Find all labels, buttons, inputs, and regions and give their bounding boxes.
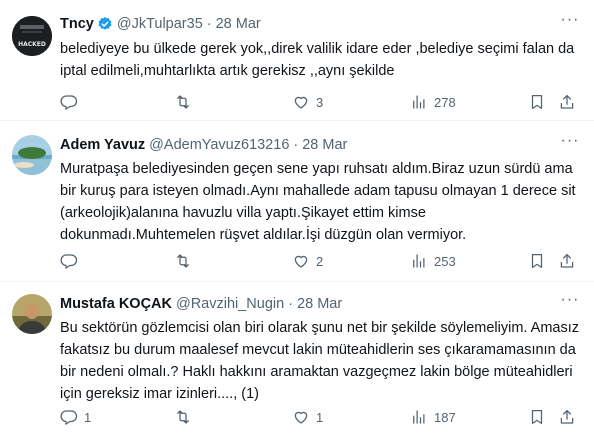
like-count: 2: [316, 253, 324, 269]
tweet-text: belediyeye bu ülkede gerek yok,,direk va…: [60, 41, 575, 79]
like-icon: [294, 96, 308, 109]
more-icon[interactable]: ···: [560, 12, 580, 34]
tweet-actions: 3 278: [60, 92, 580, 112]
avatar[interactable]: [12, 294, 52, 334]
tweet-actions: 2 253: [60, 251, 580, 271]
bookmark-button[interactable]: [528, 92, 546, 112]
timestamp[interactable]: 28 Mar: [216, 16, 261, 32]
views-count: 187: [434, 409, 456, 425]
like-icon: [294, 411, 308, 424]
like-icon: [294, 255, 308, 268]
retweet-button[interactable]: [174, 92, 198, 112]
user-handle[interactable]: @Ravzihi_Nugin: [176, 296, 284, 312]
reply-icon: [60, 254, 78, 269]
share-button[interactable]: [558, 407, 576, 427]
verified-badge-icon: [97, 16, 113, 32]
views-button[interactable]: 187: [410, 407, 456, 427]
views-button[interactable]: 253: [410, 251, 456, 271]
reply-button[interactable]: [60, 251, 84, 271]
user-handle[interactable]: @AdemYavuz613216: [149, 137, 289, 153]
tweet-header: Adem Yavuz @AdemYavuz613216 · 28 Mar: [60, 135, 554, 155]
tweet[interactable]: Mustafa KOÇAK @Ravzihi_Nugin · 28 Mar ··…: [0, 282, 594, 437]
tweet[interactable]: Adem Yavuz @AdemYavuz613216 · 28 Mar ···…: [0, 121, 594, 282]
share-icon: [560, 253, 574, 268]
avatar-text: HACKED: [18, 41, 46, 48]
reply-icon: [60, 95, 78, 110]
views-icon: [413, 254, 425, 268]
bookmark-button[interactable]: [528, 251, 546, 271]
separator-dot: ·: [288, 296, 294, 312]
tweet-header: Tncy @JkTulpar35 · 28 Mar: [60, 14, 554, 34]
reply-button[interactable]: 1: [60, 407, 91, 427]
more-icon[interactable]: ···: [560, 133, 580, 155]
views-count: 253: [434, 253, 456, 269]
like-count: 1: [316, 409, 324, 425]
user-name[interactable]: Adem Yavuz: [60, 137, 145, 153]
tweet-text: Muratpaşa belediyesinden geçen sene yapı…: [60, 161, 576, 243]
share-button[interactable]: [558, 251, 576, 271]
avatar[interactable]: [12, 135, 52, 175]
retweet-button[interactable]: [174, 251, 198, 271]
retweet-icon: [177, 410, 189, 424]
views-icon: [413, 95, 425, 109]
bookmark-button[interactable]: [528, 407, 546, 427]
separator-dot: ·: [293, 137, 299, 153]
tweet-text: Bu sektörün gözlemcisi olan biri olarak …: [60, 320, 579, 402]
like-button[interactable]: 1: [292, 407, 323, 427]
separator-dot: ·: [206, 16, 212, 32]
retweet-icon: [177, 254, 189, 268]
views-icon: [413, 410, 425, 424]
share-icon: [560, 409, 574, 424]
bookmark-icon: [531, 409, 543, 425]
views-count: 278: [434, 94, 456, 110]
like-button[interactable]: 3: [292, 92, 323, 112]
reply-icon: [60, 410, 78, 425]
user-name[interactable]: Tncy: [60, 16, 94, 32]
views-button[interactable]: 278: [410, 92, 456, 112]
bookmark-icon: [531, 253, 543, 269]
timestamp[interactable]: 28 Mar: [297, 296, 342, 312]
share-button[interactable]: [558, 92, 576, 112]
share-icon: [560, 94, 574, 109]
like-button[interactable]: 2: [292, 251, 323, 271]
more-icon[interactable]: ···: [560, 292, 580, 314]
reply-button[interactable]: [60, 92, 84, 112]
bookmark-icon: [531, 94, 543, 110]
tweet-actions: 1 1 187: [60, 407, 580, 427]
tweet[interactable]: HACKED Tncy @JkTulpar35 · 28 Mar ··· bel…: [0, 0, 594, 121]
user-name[interactable]: Mustafa KOÇAK: [60, 296, 172, 312]
tweet-header: Mustafa KOÇAK @Ravzihi_Nugin · 28 Mar: [60, 294, 554, 314]
reply-count: 1: [84, 409, 92, 425]
timestamp[interactable]: 28 Mar: [302, 137, 347, 153]
like-count: 3: [316, 94, 324, 110]
user-handle[interactable]: @JkTulpar35: [117, 16, 203, 32]
avatar[interactable]: HACKED: [12, 16, 52, 56]
retweet-icon: [177, 95, 189, 109]
retweet-button[interactable]: [174, 407, 198, 427]
